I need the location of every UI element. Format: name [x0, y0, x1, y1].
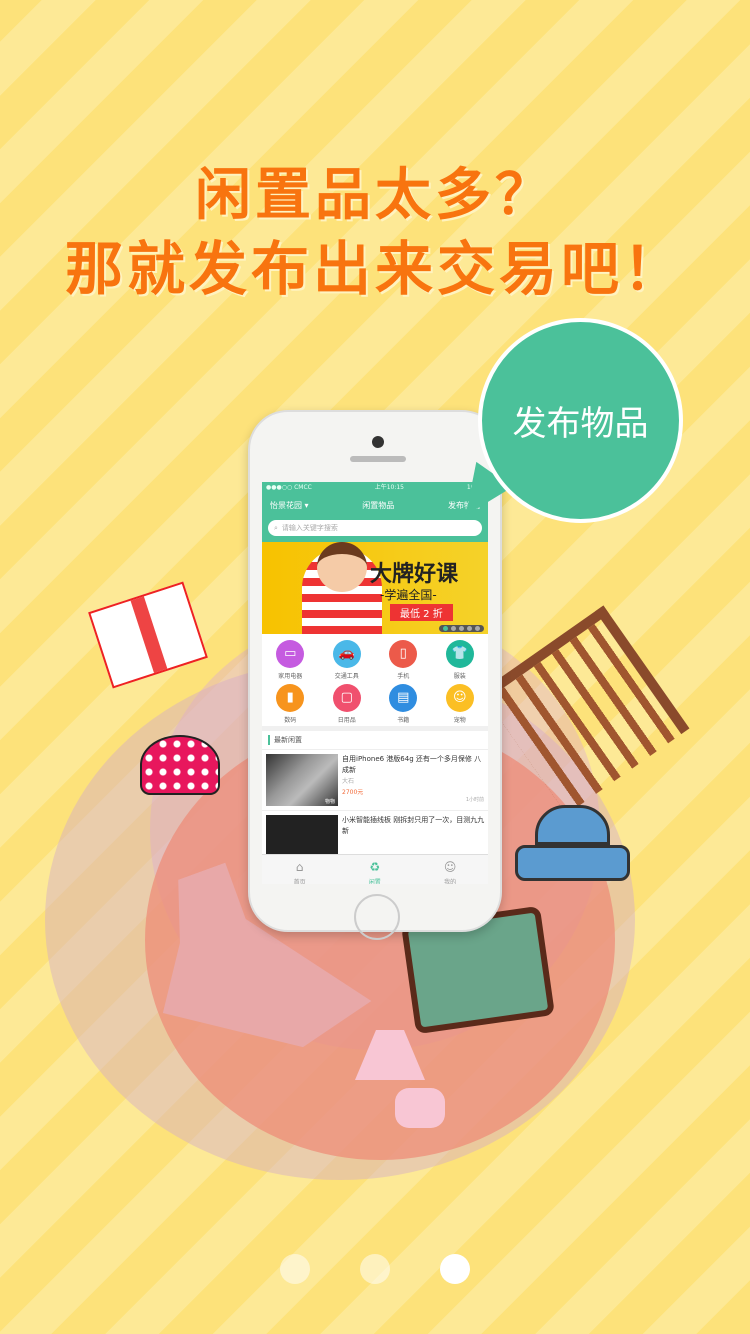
category-icon: ▤ — [389, 684, 418, 712]
item-seller: 大石 — [342, 778, 355, 785]
location-selector[interactable]: 怡景花园 ▾ — [270, 500, 309, 511]
list-item[interactable]: 物物 自用iPhone6 港版64g 还有一个多月保修 八成新 大石 2700元… — [262, 750, 488, 811]
search-icon: ⌕ — [274, 523, 278, 532]
nav-title: 闲置物品 — [362, 500, 395, 510]
publish-bubble: 发布物品 — [478, 318, 683, 523]
tab-label: 我的 — [444, 879, 457, 884]
category-item[interactable]: ▯ 手机 — [375, 640, 432, 680]
tab-bar: ⌂ 首页 ♻ 闲置 ☺ 我的 — [262, 854, 488, 884]
search-placeholder: 请输入关键字搜索 — [281, 524, 338, 532]
gift-icon — [88, 581, 208, 689]
banner-image — [317, 542, 367, 592]
lamp-icon — [355, 1030, 445, 1140]
category-icon: ▭ — [276, 640, 305, 668]
banner-title: 大牌好课 — [370, 561, 459, 587]
clock: 上午10:15 — [374, 484, 404, 491]
page-dot[interactable] — [440, 1254, 470, 1284]
carrier: ●●●○○ CMCC — [266, 484, 312, 491]
category-label: 日用品 — [337, 717, 356, 724]
category-item[interactable]: 🚗 交通工具 — [319, 640, 376, 680]
category-grid: ▭ 家用电器 🚗 交通工具 ▯ 手机 👕 服装 ▮ 数码 ▢ 日用品 ▤ 书籍 ☺ 宠物 — [262, 634, 488, 726]
page-indicator — [0, 1254, 750, 1284]
category-label: 书籍 — [397, 717, 410, 724]
home-button[interactable] — [354, 894, 400, 940]
phone-screen: ●●●○○ CMCC 上午10:15 100% 怡景花园 ▾ 闲置物品 发布物品… — [262, 482, 488, 884]
tab-icon: ☺ — [443, 860, 457, 874]
camera-icon — [372, 436, 384, 448]
item-tag: 物物 — [324, 799, 335, 805]
page-dot[interactable] — [280, 1254, 310, 1284]
category-label: 手机 — [397, 673, 410, 680]
headline-line1: 闲置品太多？ — [195, 163, 555, 228]
tab-label: 首页 — [293, 879, 306, 884]
item-title: 自用iPhone6 港版64g 还有一个多月保修 八成新 — [342, 755, 482, 774]
speaker-icon — [350, 456, 406, 462]
hat-icon — [140, 735, 220, 795]
tab-item[interactable]: ♻ 闲置 — [369, 855, 381, 884]
headline-line2: 那就发布出来交易吧！ — [64, 235, 685, 303]
item-title: 小米智能插线板 刚拆封只用了一次，目测九九新 — [342, 816, 485, 835]
category-label: 家用电器 — [278, 673, 303, 680]
page-dot[interactable] — [360, 1254, 390, 1284]
category-item[interactable]: ☺ 宠物 — [432, 684, 489, 724]
category-icon: ▯ — [389, 640, 418, 668]
tab-item[interactable]: ☺ 我的 — [444, 855, 457, 884]
category-icon: ☺ — [445, 684, 474, 712]
category-label: 服装 — [453, 673, 466, 680]
category-icon: 🚗 — [332, 640, 361, 668]
category-label: 数码 — [284, 717, 297, 724]
tab-icon: ⌂ — [295, 860, 304, 874]
category-item[interactable]: ▭ 家用电器 — [262, 640, 319, 680]
carousel-dots[interactable] — [439, 625, 484, 632]
category-item[interactable]: ▮ 数码 — [262, 684, 319, 724]
banner-subtitle: -学遍全国- — [380, 588, 437, 602]
item-time: 1小时前 — [465, 797, 484, 803]
bubble-label: 发布物品 — [512, 404, 649, 444]
category-icon: ▮ — [276, 684, 305, 712]
category-icon: 👕 — [445, 640, 474, 668]
tab-item[interactable]: ⌂ 首页 — [294, 855, 306, 884]
search-input[interactable]: ⌕ 请输入关键字搜索 — [268, 520, 482, 536]
tab-label: 闲置 — [368, 879, 381, 884]
category-icon: ▢ — [332, 684, 361, 712]
category-label: 交通工具 — [334, 673, 359, 680]
section-title: 最新闲置 — [274, 736, 302, 744]
category-item[interactable]: 👕 服装 — [432, 640, 489, 680]
category-item[interactable]: ▤ 书籍 — [375, 684, 432, 724]
promo-banner[interactable]: 大牌好课 -学遍全国- 最低 2 折 — [262, 542, 488, 634]
section-header: 最新闲置 — [262, 726, 488, 750]
category-label: 宠物 — [453, 717, 466, 724]
item-thumbnail: 物物 — [266, 754, 338, 806]
category-item[interactable]: ▢ 日用品 — [319, 684, 376, 724]
banner-promo: 最低 2 折 — [390, 604, 453, 621]
tab-icon: ♻ — [369, 860, 381, 874]
car-icon — [515, 805, 630, 895]
